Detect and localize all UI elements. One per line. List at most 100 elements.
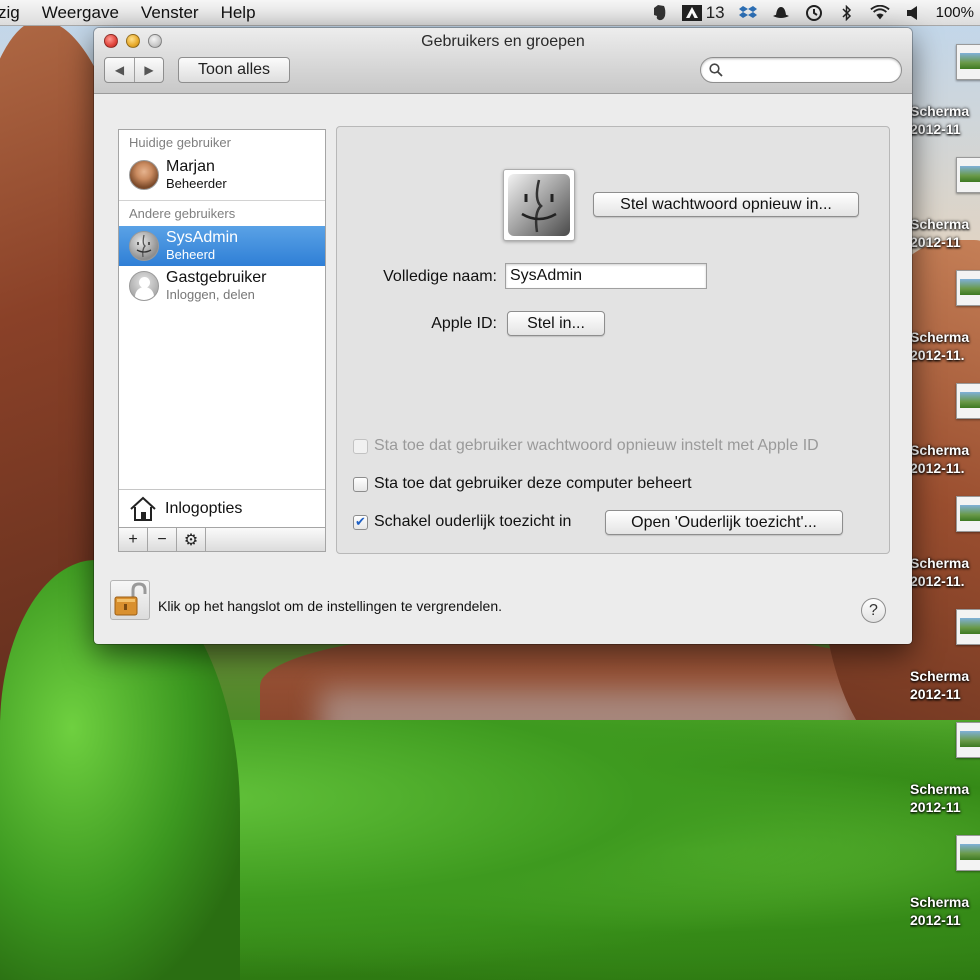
forward-arrow-icon: ▶ [144, 63, 154, 77]
desktop-file[interactable]: Scherma 2012-11. [910, 383, 980, 483]
desktop-file[interactable]: Scherma 2012-11. [910, 496, 980, 596]
user-role: Beheerder [166, 176, 227, 191]
file-date: 2012-11. [910, 460, 965, 476]
user-name: SysAdmin [166, 229, 239, 246]
file-name: Scherma [910, 442, 970, 458]
house-icon [129, 496, 157, 522]
remove-user-button[interactable]: − [148, 528, 177, 551]
checkmark-icon: ✔ [353, 514, 368, 530]
checkbox-label: Sta toe dat gebruiker deze computer behe… [374, 475, 692, 492]
user-row-marjan[interactable]: Marjan Beheerder [119, 155, 325, 195]
window-title: Gebruikers en groepen [421, 33, 585, 50]
user-detail-panel: Stel wachtwoord opnieuw in... Volledige … [336, 126, 890, 554]
file-date: 2012-11. [910, 347, 965, 363]
show-all-button[interactable]: Toon alles [178, 57, 290, 83]
users-list-toolbar: + − ⚙ [119, 527, 325, 551]
back-forward-control: ◀ ▶ [104, 57, 164, 83]
checkbox-box [353, 476, 368, 492]
user-role: Beheerd [166, 247, 216, 262]
spy-icon[interactable] [771, 3, 791, 23]
full-name-label: Volledige naam: [383, 268, 497, 285]
back-button[interactable]: ◀ [105, 58, 134, 82]
volume-icon[interactable] [903, 3, 923, 23]
avatar [129, 160, 159, 190]
open-parental-controls-button[interactable]: Open 'Ouderlijk toezicht'... [605, 510, 843, 535]
allow-admin-checkbox[interactable]: Sta toe dat gebruiker deze computer behe… [353, 475, 692, 493]
add-user-button[interactable]: + [119, 528, 148, 551]
user-row-sysadmin[interactable]: SysAdmin Beheerd [119, 226, 325, 266]
file-name: Scherma [910, 781, 970, 797]
file-name: Scherma [910, 216, 970, 232]
user-picture[interactable] [503, 169, 575, 241]
dropbox-icon[interactable] [738, 3, 758, 23]
screenshot-thumbnail-icon [956, 835, 980, 871]
guest-avatar [129, 271, 159, 301]
desktop-file[interactable]: Scherma 2012-11 [910, 157, 980, 257]
users-groups-window: Gebruikers en groepen ◀ ▶ Toon alles Hui… [94, 28, 912, 644]
search-input[interactable] [729, 62, 889, 78]
checkbox-box [353, 438, 368, 454]
menu-item-zig[interactable]: zig [0, 3, 31, 23]
screenshot-thumbnail-icon [956, 496, 980, 532]
login-options-label: Inlogopties [165, 499, 243, 517]
user-name: Gastgebruiker [166, 269, 267, 286]
time-machine-icon[interactable] [804, 3, 824, 23]
file-date: 2012-11 [910, 799, 961, 815]
finder-face-icon [508, 174, 570, 236]
user-role: Inloggen, delen [166, 287, 255, 302]
bluetooth-icon[interactable] [837, 3, 857, 23]
reset-password-button[interactable]: Stel wachtwoord opnieuw in... [593, 192, 859, 217]
help-button[interactable]: ? [861, 598, 886, 623]
allow-reset-with-apple-id-checkbox[interactable]: Sta toe dat gebruiker wachtwoord opnieuw… [353, 437, 819, 455]
battery-percent[interactable]: 100% [936, 4, 974, 21]
desktop-file[interactable]: Scherma 2012-11 [910, 609, 980, 709]
lock-instruction: Klik op het hangslot om de instellingen … [158, 598, 502, 614]
file-name: Scherma [910, 103, 970, 119]
menubar: zig Weergave Venster Help 13 100% [0, 0, 980, 26]
file-date: 2012-11 [910, 234, 961, 250]
back-arrow-icon: ◀ [114, 63, 125, 77]
login-options-item[interactable]: Inlogopties [119, 489, 325, 527]
current-user-header: Huidige gebruiker [129, 135, 231, 150]
file-name: Scherma [910, 329, 970, 345]
file-date: 2012-11. [910, 573, 965, 589]
screenshot-thumbnail-icon [956, 722, 980, 758]
forward-button[interactable]: ▶ [134, 58, 163, 82]
window-titlebar: Gebruikers en groepen ◀ ▶ Toon alles [94, 28, 912, 94]
screenshot-thumbnail-icon [956, 383, 980, 419]
desktop-file[interactable]: Scherma 2012-11 [910, 835, 980, 935]
lock-button[interactable] [110, 580, 150, 620]
desktop-file[interactable]: Scherma 2012-11 [910, 722, 980, 822]
menu-item-venster[interactable]: Venster [130, 3, 210, 23]
users-list: Huidige gebruiker Marjan Beheerder Ander… [118, 129, 326, 552]
adobe-badge-count: 13 [705, 2, 725, 22]
file-date: 2012-11 [910, 686, 961, 702]
search-icon [709, 63, 723, 77]
evernote-icon[interactable] [649, 3, 669, 23]
adobe-icon[interactable]: 13 [681, 2, 725, 23]
gear-icon[interactable]: ⚙ [177, 528, 206, 551]
desktop-file[interactable]: Scherma 2012-11 [910, 44, 980, 144]
user-row-guest[interactable]: Gastgebruiker Inloggen, delen [119, 266, 325, 306]
file-name: Scherma [910, 555, 970, 571]
screenshot-thumbnail-icon [956, 609, 980, 645]
status-menus: 13 100% [649, 3, 980, 23]
menu-item-weergave[interactable]: Weergave [31, 3, 130, 23]
file-name: Scherma [910, 668, 970, 684]
apple-id-label: Apple ID: [431, 315, 497, 332]
parental-controls-checkbox[interactable]: ✔ Schakel ouderlijk toezicht in [353, 513, 571, 531]
user-name: Marjan [166, 158, 215, 175]
menu-item-help[interactable]: Help [210, 3, 267, 23]
apple-id-setup-button[interactable]: Stel in... [507, 311, 605, 336]
search-field[interactable] [700, 57, 902, 83]
wifi-icon[interactable] [869, 3, 890, 23]
screenshot-thumbnail-icon [956, 157, 980, 193]
screenshot-thumbnail-icon [956, 44, 980, 80]
file-date: 2012-11 [910, 912, 961, 928]
file-date: 2012-11 [910, 121, 961, 137]
full-name-field[interactable] [505, 263, 707, 289]
file-name: Scherma [910, 894, 970, 910]
checkbox-label: Schakel ouderlijk toezicht in [374, 513, 572, 530]
desktop-file[interactable]: Scherma 2012-11. [910, 270, 980, 370]
finder-avatar [129, 231, 159, 261]
